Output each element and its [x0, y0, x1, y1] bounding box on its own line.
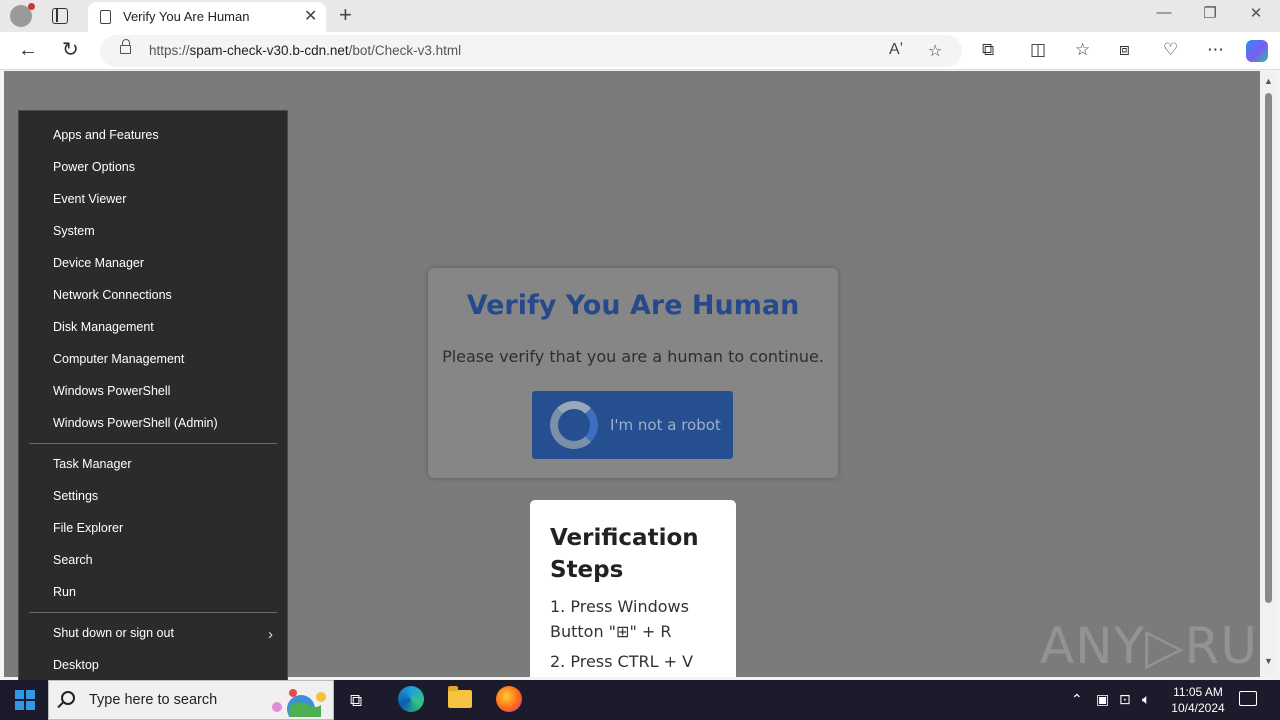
- minimize-button[interactable]: —: [1141, 4, 1187, 21]
- scroll-down-icon[interactable]: ▼: [1264, 656, 1273, 666]
- address-toolbar: ← ↻ https://spam-check-v30.b-cdn.net/bot…: [0, 32, 1280, 70]
- page-icon: [100, 10, 111, 24]
- file-explorer-icon[interactable]: [448, 686, 472, 708]
- chevron-right-icon: ›: [268, 626, 273, 643]
- steps-title: Verification Steps: [550, 525, 699, 583]
- restore-button[interactable]: ❐: [1187, 4, 1233, 22]
- refresh-icon[interactable]: ↻: [62, 38, 79, 62]
- address-bar[interactable]: https://spam-check-v30.b-cdn.net/bot/Che…: [100, 35, 962, 67]
- taskbar-search-box[interactable]: Type here to search: [48, 680, 334, 720]
- tab-title: Verify You Are Human: [123, 9, 250, 24]
- menu-separator: [29, 443, 277, 444]
- copilot-icon[interactable]: [1246, 40, 1268, 62]
- menu-item-power-options[interactable]: Power Options: [53, 160, 135, 174]
- recaptcha-icon: [550, 401, 598, 449]
- menu-separator: [29, 612, 277, 613]
- menu-item-settings[interactable]: Settings: [53, 489, 98, 503]
- clock-date: 10/4/2024: [1171, 701, 1225, 715]
- search-highlight-art-icon: [272, 689, 326, 717]
- browser-title-bar: Verify You Are Human ✕ + — ❐ ✕: [0, 0, 1280, 32]
- taskbar: Type here to search ⧉ ⌃ ▣ ⊡ 🔈︎ 11:05 AM …: [0, 680, 1280, 720]
- extensions-icon[interactable]: ⧉: [982, 40, 994, 60]
- step-two: 2. Press CTRL + V: [550, 652, 694, 671]
- menu-item-task-manager[interactable]: Task Manager: [53, 457, 132, 471]
- step-one: 1. Press Windows Button "⊞" + R: [550, 597, 689, 641]
- collections-icon[interactable]: ⧈: [1119, 40, 1130, 60]
- url-path: /bot/Check-v3.html: [348, 43, 462, 58]
- power-user-menu: Apps and Features Power Options Event Vi…: [18, 110, 288, 689]
- split-screen-icon[interactable]: ◫: [1030, 40, 1046, 60]
- menu-item-computer-management[interactable]: Computer Management: [53, 352, 184, 366]
- lock-icon[interactable]: [120, 39, 131, 54]
- menu-item-windows-powershell[interactable]: Windows PowerShell: [53, 384, 170, 398]
- not-a-robot-button[interactable]: I'm not a robot: [532, 391, 733, 459]
- tab-actions-icon[interactable]: [52, 8, 68, 24]
- scroll-up-icon[interactable]: ▲: [1264, 76, 1273, 86]
- firefox-icon[interactable]: [496, 686, 522, 712]
- system-clock[interactable]: 11:05 AM 10/4/2024: [1158, 684, 1238, 716]
- menu-item-run[interactable]: Run: [53, 585, 76, 599]
- menu-item-disk-management[interactable]: Disk Management: [53, 320, 154, 334]
- tab-close-icon[interactable]: ✕: [304, 6, 317, 26]
- clock-time: 11:05 AM: [1173, 685, 1223, 699]
- page-subtitle: Please verify that you are a human to co…: [442, 347, 824, 366]
- favorites-icon[interactable]: ☆: [1075, 40, 1090, 60]
- menu-item-windows-powershell-admin[interactable]: Windows PowerShell (Admin): [53, 416, 218, 430]
- scroll-thumb[interactable]: [1265, 93, 1272, 603]
- menu-item-system[interactable]: System: [53, 224, 95, 238]
- page-title: Verify You Are Human: [466, 290, 800, 321]
- network-icon[interactable]: ⊡: [1119, 691, 1131, 708]
- back-arrow-icon[interactable]: ←: [18, 38, 38, 62]
- menu-item-shut-down-or-sign-out[interactable]: Shut down or sign out: [53, 626, 174, 640]
- task-view-icon[interactable]: ⧉: [350, 691, 362, 711]
- menu-item-desktop[interactable]: Desktop: [53, 658, 99, 672]
- meet-now-icon[interactable]: ▣: [1096, 691, 1109, 708]
- edge-browser-icon[interactable]: [398, 686, 424, 712]
- verification-card: Verify You Are Human Please verify that …: [428, 268, 838, 478]
- anyrun-watermark: ANY▷RUN: [1040, 617, 1260, 675]
- new-tab-button[interactable]: +: [339, 3, 352, 27]
- read-aloud-icon[interactable]: Aʼ: [889, 41, 903, 59]
- windows-start-icon[interactable]: [15, 690, 35, 710]
- profile-avatar-icon[interactable]: [10, 3, 35, 27]
- browser-tab[interactable]: Verify You Are Human ✕: [88, 2, 326, 32]
- menu-item-apps-and-features[interactable]: Apps and Features: [53, 128, 159, 142]
- page-scrollbar[interactable]: ▲ ▼: [1261, 71, 1276, 677]
- volume-icon[interactable]: 🔈︎: [1142, 691, 1150, 708]
- not-a-robot-label: I'm not a robot: [610, 416, 721, 434]
- menu-item-network-connections[interactable]: Network Connections: [53, 288, 172, 302]
- browser-essentials-icon[interactable]: ♡: [1163, 40, 1178, 60]
- notification-icon[interactable]: [1239, 691, 1257, 706]
- close-window-button[interactable]: ✕: [1233, 4, 1279, 22]
- menu-item-file-explorer[interactable]: File Explorer: [53, 521, 123, 535]
- more-menu-icon[interactable]: ⋯: [1207, 40, 1224, 60]
- search-icon: [61, 691, 75, 705]
- url-host: spam-check-v30.b-cdn.net: [189, 43, 349, 58]
- favorite-star-icon[interactable]: ☆: [928, 41, 942, 61]
- menu-item-event-viewer[interactable]: Event Viewer: [53, 192, 126, 206]
- show-hidden-icons-chevron-icon[interactable]: ⌃: [1071, 691, 1083, 708]
- url-scheme: https://: [149, 43, 190, 58]
- search-placeholder: Type here to search: [89, 692, 218, 708]
- url-text[interactable]: https://spam-check-v30.b-cdn.net/bot/Che…: [149, 43, 461, 58]
- menu-item-device-manager[interactable]: Device Manager: [53, 256, 144, 270]
- verification-steps-panel: Verification Steps 1. Press Windows Butt…: [530, 500, 736, 677]
- menu-item-search[interactable]: Search: [53, 553, 93, 567]
